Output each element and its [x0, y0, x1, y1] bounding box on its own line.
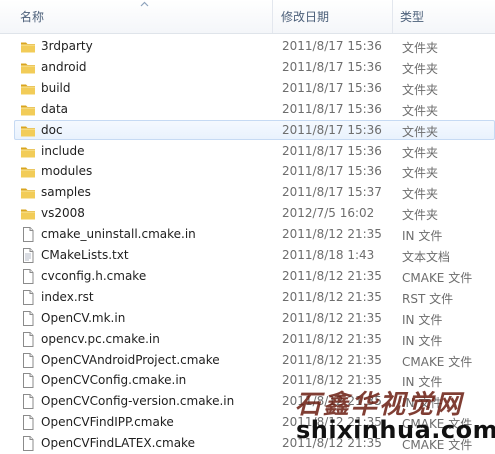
- item-name: OpenCV.mk.in: [41, 310, 126, 325]
- item-name: OpenCVAndroidProject.cmake: [41, 352, 220, 367]
- item-date-modified: 2011/8/18 1:43: [282, 248, 375, 262]
- item-type: 文件夹: [402, 187, 439, 202]
- column-header-date[interactable]: 修改日期: [273, 0, 392, 33]
- folder-icon: [20, 102, 36, 117]
- file-icon: [20, 227, 36, 243]
- item-type: 文件夹: [402, 103, 439, 118]
- item-type: 文件夹: [402, 82, 439, 97]
- item-type: IN 文件: [402, 229, 443, 244]
- item-name: OpenCVFindIPP.cmake: [41, 415, 174, 430]
- list-item-modules[interactable]: modules 2011/8/17 15:36 文件夹: [14, 161, 495, 181]
- column-header-bar: 名称 修改日期 类型: [0, 0, 495, 34]
- list-item-index-rst[interactable]: index.rst 2011/8/12 21:35 RST 文件: [14, 287, 495, 307]
- item-type: 文本文档: [402, 250, 451, 264]
- item-name: cmake_uninstall.cmake.in: [41, 227, 196, 242]
- item-date-modified: 2011/8/12 21:35: [282, 331, 382, 346]
- item-name: cvconfig.h.cmake: [41, 268, 147, 283]
- file-icon: [20, 415, 36, 431]
- item-type: 文件夹: [402, 145, 439, 160]
- folder-icon: [20, 81, 36, 96]
- folder-icon: [20, 60, 36, 75]
- list-item-data[interactable]: data 2011/8/17 15:36 文件夹: [14, 99, 495, 119]
- item-name: 3rdparty: [41, 39, 93, 53]
- folder-icon: [20, 164, 36, 179]
- item-date-modified: 2011/8/17 15:36: [282, 101, 382, 116]
- file-icon: [20, 268, 36, 284]
- item-date-modified: 2011/8/12 21:35: [282, 268, 382, 283]
- list-item-android[interactable]: android 2011/8/17 15:36 文件夹: [14, 57, 495, 77]
- list-item-opencv-mk-in[interactable]: OpenCV.mk.in 2011/8/12 21:35 IN 文件: [14, 308, 495, 328]
- item-date-modified: 2011/8/12 21:35: [282, 289, 382, 304]
- item-name: opencv.pc.cmake.in: [41, 331, 160, 346]
- folder-icon: [20, 185, 36, 200]
- list-item-cvconfig-h-cmake[interactable]: cvconfig.h.cmake 2011/8/12 21:35 CMAKE 文件: [14, 266, 495, 286]
- item-type: 文件夹: [402, 41, 439, 55]
- list-item-opencv-pc-cmake-in[interactable]: opencv.pc.cmake.in 2011/8/12 21:35 IN 文件: [14, 329, 495, 349]
- item-name: android: [41, 59, 87, 74]
- list-item-samples[interactable]: samples 2011/8/17 15:37 文件夹: [14, 182, 495, 202]
- file-icon: [20, 373, 36, 389]
- list-item-vs2008[interactable]: vs2008 2012/7/5 16:02 文件夹: [14, 203, 495, 223]
- item-name: index.rst: [41, 289, 94, 304]
- sort-arrow-icon: [140, 1, 149, 7]
- item-date-modified: 2012/7/5 16:02: [282, 206, 375, 221]
- list-item-include[interactable]: include 2011/8/17 15:36 文件夹: [14, 141, 495, 161]
- item-date-modified: 2011/8/17 15:36: [282, 122, 382, 137]
- list-item-opencvandroidproject-cmake[interactable]: OpenCVAndroidProject.cmake 2011/8/12 21:3…: [14, 350, 495, 370]
- item-type: 文件夹: [402, 61, 439, 76]
- item-type: 文件夹: [402, 208, 439, 223]
- item-date-modified: 2011/8/17 15:37: [282, 185, 382, 200]
- file-icon: [20, 310, 36, 326]
- item-type: 文件夹: [402, 124, 439, 139]
- item-date-modified: 2011/8/17 15:36: [282, 143, 382, 158]
- item-name: OpenCVConfig.cmake.in: [41, 373, 187, 388]
- item-date-modified: 2011/8/17 15:36: [282, 39, 382, 53]
- file-icon: [20, 352, 36, 368]
- column-header-date-label: 修改日期: [281, 10, 330, 24]
- list-item-doc[interactable]: doc 2011/8/17 15:36 文件夹: [14, 119, 495, 140]
- item-type: IN 文件: [402, 333, 443, 348]
- column-header-name[interactable]: 名称: [0, 0, 272, 33]
- folder-icon: [20, 206, 36, 221]
- item-type: IN 文件: [402, 312, 443, 327]
- item-type: CMAKE 文件: [402, 270, 473, 285]
- folder-icon: [20, 123, 36, 138]
- item-date-modified: 2011/8/12 21:35: [282, 352, 382, 367]
- item-name: OpenCVConfig-version.cmake.in: [41, 394, 235, 409]
- item-name: data: [41, 101, 69, 116]
- item-name: modules: [41, 164, 93, 179]
- file-icon: [20, 394, 36, 410]
- file-icon: [20, 436, 36, 452]
- item-name: vs2008: [41, 206, 85, 221]
- item-type: 文件夹: [402, 166, 439, 181]
- item-date-modified: 2011/8/12 21:35: [282, 310, 382, 325]
- column-header-type[interactable]: 类型: [393, 0, 495, 33]
- watermark-site: shixinhua.com: [296, 416, 495, 444]
- folder-icon: [20, 144, 36, 159]
- file-icon: [20, 289, 36, 305]
- file-icon: [20, 331, 36, 347]
- text-document-icon: [20, 248, 36, 263]
- list-item-build[interactable]: build 2011/8/17 15:36 文件夹: [14, 78, 495, 98]
- folder-icon: [20, 39, 36, 54]
- item-date-modified: 2011/8/17 15:36: [282, 59, 382, 74]
- item-date-modified: 2011/8/17 15:36: [282, 80, 382, 95]
- list-item-cmake-uninstall-cmake-in[interactable]: cmake_uninstall.cmake.in 2011/8/12 21:35 I…: [14, 224, 495, 244]
- item-date-modified: 2011/8/12 21:35: [282, 227, 382, 242]
- item-name: include: [41, 143, 85, 158]
- item-name: build: [41, 80, 71, 95]
- column-header-name-label: 名称: [20, 10, 45, 24]
- item-type: CMAKE 文件: [402, 354, 473, 369]
- list-item-3rdparty[interactable]: 3rdparty 2011/8/17 15:36 文件夹: [14, 36, 495, 56]
- list-item-cmakelists-txt[interactable]: CMakeLists.txt 2011/8/18 1:43 文本文档: [14, 245, 495, 265]
- item-name: samples: [41, 185, 91, 200]
- item-type: RST 文件: [402, 291, 454, 306]
- item-date-modified: 2011/8/17 15:36: [282, 164, 382, 179]
- item-name: CMakeLists.txt: [41, 248, 129, 262]
- item-name: doc: [41, 122, 63, 137]
- column-header-type-label: 类型: [400, 10, 425, 24]
